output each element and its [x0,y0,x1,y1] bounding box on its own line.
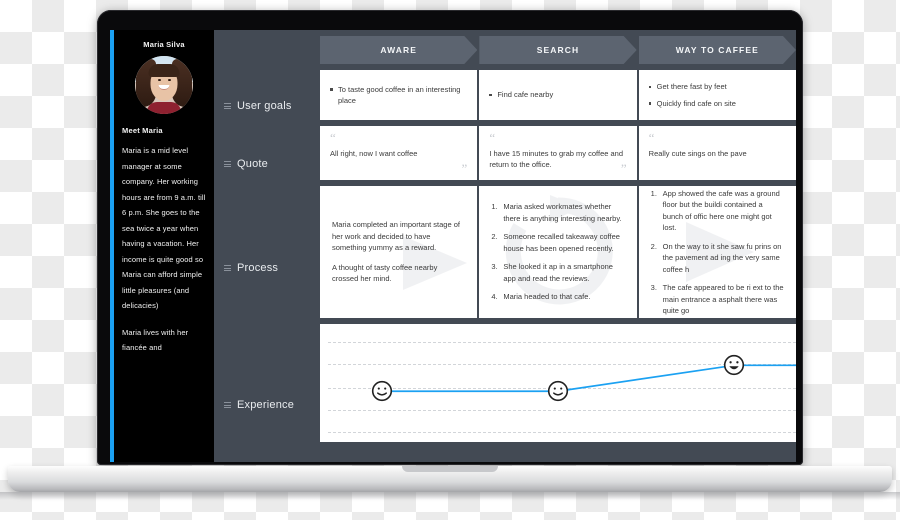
quote-open-mark: “ [489,130,496,145]
stage-label: SEARCH [536,45,580,55]
row-label-text: Experience [237,399,295,411]
drag-handle-icon[interactable] [224,161,231,167]
process-step-list: App showed the cafe was a ground floor b… [651,188,784,317]
persona-name: Maria Silva [143,40,185,49]
goal-item: Find cafe nearby [489,89,553,101]
user-goals-row: To taste good coffee in an interesting p… [320,70,796,120]
experience-point-neutral-smile[interactable] [371,380,393,402]
neutral-smile-face-icon [371,381,392,402]
row-label-experience[interactable]: Experience [224,399,294,411]
quote-text: Really cute sings on the pave [648,149,747,158]
row-label-text: Process [237,262,279,274]
quote-close-mark: ” [461,161,468,176]
persona-bio-paragraph: Maria is a mid level manager at some com… [122,146,206,310]
journey-board: AWARE SEARCH WAY TO CAFFEE To taste good… [314,30,796,462]
quote-text: I have 15 minutes to grab my coffee and … [489,149,624,169]
persona-bio: Maria is a mid level manager at some com… [122,143,206,356]
row-label-text: Quote [237,158,268,170]
goal-list: Get there fast by feet Quickly find cafe… [648,81,736,110]
quote-close-mark: ” [620,161,627,176]
row-label-column: User goals Quote Process Experience [214,30,314,462]
quote-card[interactable]: “ All right, now I want coffee ” [320,126,478,180]
persona-heading: Meet Maria [122,126,163,135]
stage-tab-way-to-caffee[interactable]: WAY TO CAFFEE [639,36,796,64]
experience-chart[interactable] [320,324,796,442]
avatar [135,56,193,114]
experience-row [320,324,796,442]
process-step: She looked it ap in a smartphone app and… [491,261,613,283]
experience-point-neutral-smile[interactable] [547,380,569,402]
stage-label: WAY TO CAFFEE [675,45,759,55]
process-step: The cafe appeared to be ri ext to the ma… [651,282,784,315]
process-card[interactable]: Maria completed an important stage of he… [320,186,478,318]
row-label-text: User goals [237,100,292,112]
drag-handle-icon[interactable] [224,265,231,271]
process-step: Maria asked workmates whether there is a… [491,201,622,223]
persona-bio-paragraph: Maria lives with her fiancée and [122,327,189,353]
quote-open-mark: “ [648,130,655,145]
user-goals-card[interactable]: Get there fast by feet Quickly find cafe… [638,70,796,120]
goal-item: To taste good coffee in an interesting p… [330,84,467,107]
process-step: Someone recalled takeaway coffee house h… [491,231,620,253]
laptop-base [8,466,892,492]
quote-text: All right, now I want coffee [330,149,418,158]
quote-card[interactable]: “ Really cute sings on the pave [638,126,796,180]
process-card[interactable]: Maria asked workmates whether there is a… [479,186,637,318]
goal-item: Quickly find cafe on site [648,98,736,110]
laptop-base-shadow [0,492,900,500]
screen: Maria Silva Meet Maria Maria is a mid le… [110,30,796,462]
goal-list: To taste good coffee in an interesting p… [330,84,467,107]
goal-list: Find cafe nearby [489,89,553,101]
process-card[interactable]: App showed the cafe was a ground floor b… [638,186,796,318]
quote-row: “ All right, now I want coffee ” “ I hav… [320,126,796,180]
stage-tab-aware[interactable]: AWARE [320,36,477,64]
quote-card[interactable]: “ I have 15 minutes to grab my coffee an… [479,126,637,180]
row-label-quote[interactable]: Quote [224,158,268,170]
process-row: Maria completed an important stage of he… [320,186,796,318]
process-step: On the way to it she saw fu prins on the… [651,241,782,274]
process-step: App showed the cafe was a ground floor b… [651,188,780,233]
process-body: Maria asked workmates whether there is a… [491,201,624,303]
quote-open-mark: “ [330,130,336,145]
user-goals-card[interactable]: Find cafe nearby [479,70,637,120]
neutral-smile-face-icon [547,381,569,402]
row-label-user-goals[interactable]: User goals [224,100,292,112]
user-goals-card[interactable]: To taste good coffee in an interesting p… [320,70,478,120]
process-paragraph: A thought of tasty coffee nearby crossed… [332,262,438,284]
drag-handle-icon[interactable] [224,402,231,408]
process-step-list: Maria asked workmates whether there is a… [491,201,624,303]
process-paragraph: Maria completed an important stage of he… [332,220,460,253]
drag-handle-icon[interactable] [224,103,231,109]
stage-label: AWARE [380,45,417,55]
goal-item: Get there fast by feet [648,81,736,93]
experience-point-happy-smile[interactable] [723,354,745,376]
persona-panel: Maria Silva Meet Maria Maria is a mid le… [114,30,214,462]
stage-tab-search[interactable]: SEARCH [479,36,636,64]
process-step: Maria headed to that cafe. [491,291,591,302]
row-label-process[interactable]: Process [224,262,278,274]
process-body: App showed the cafe was a ground floor b… [651,188,784,317]
laptop-mockup: Maria Silva Meet Maria Maria is a mid le… [0,0,900,520]
process-body: Maria completed an important stage of he… [332,219,465,285]
happy-open-smile-face-icon [724,355,745,376]
stage-header: AWARE SEARCH WAY TO CAFFEE [320,36,796,64]
